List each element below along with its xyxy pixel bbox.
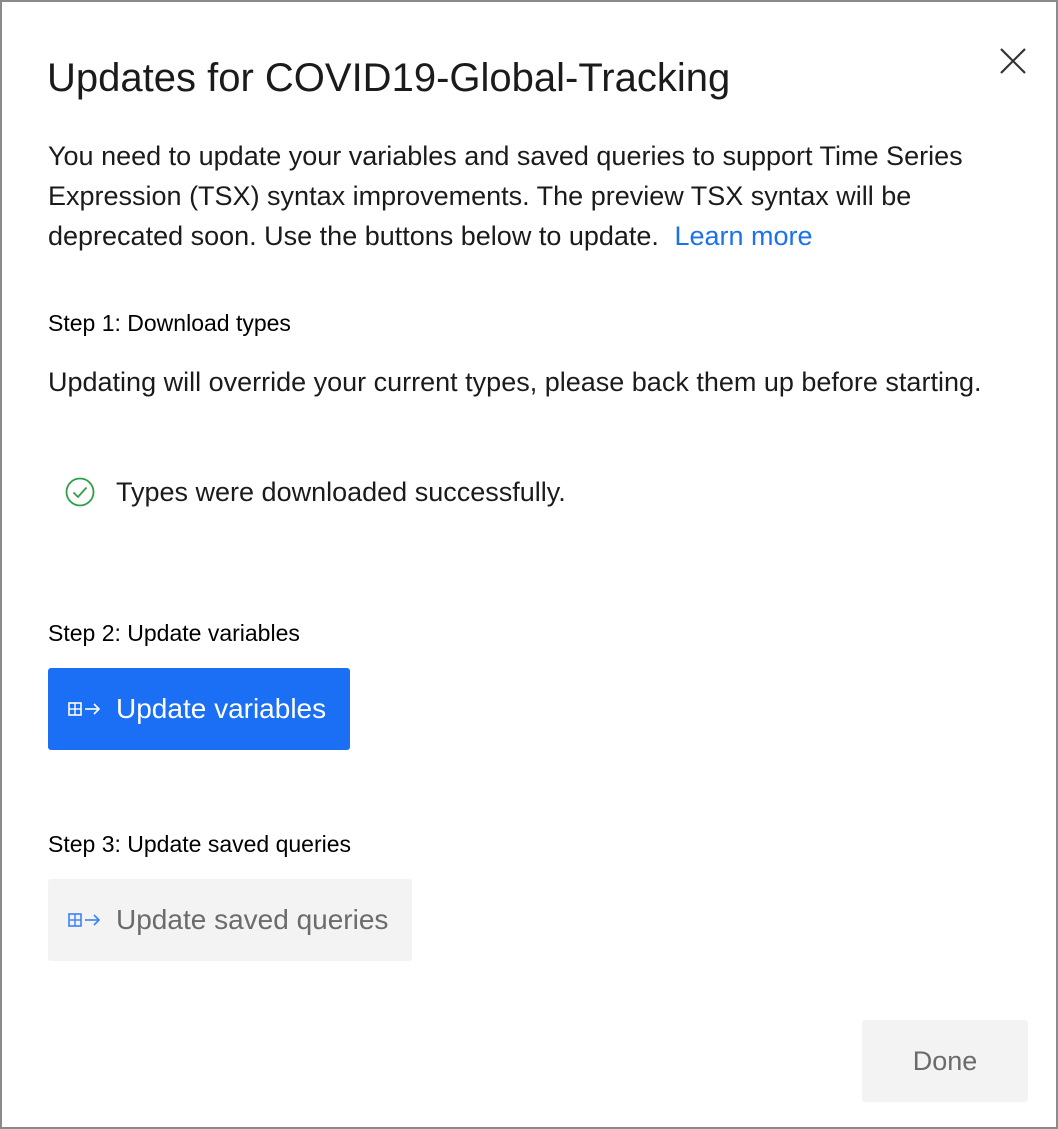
close-icon [998,46,1028,76]
download-status: Types were downloaded successfully. [64,476,566,508]
status-text: Types were downloaded successfully. [116,476,566,507]
step2-title: Step 2: Update variables [48,620,300,646]
update-variables-button[interactable]: Update variables [48,668,350,750]
update-variables-label: Update variables [116,693,327,724]
table-arrow-icon [68,910,102,930]
intro-text: You need to update your variables and sa… [48,141,963,251]
intro-paragraph: You need to update your variables and sa… [48,136,1038,256]
dialog-title: Updates for COVID19-Global-Tracking [47,56,731,100]
learn-more-link[interactable]: Learn more [674,221,812,251]
update-saved-queries-label: Update saved queries [116,904,389,935]
step3-title: Step 3: Update saved queries [48,831,352,857]
close-button[interactable] [992,40,1034,82]
step1-description: Updating will override your current type… [48,367,982,397]
update-saved-queries-button[interactable]: Update saved queries [48,879,412,961]
check-circle-icon [64,476,96,508]
table-arrow-icon [68,699,102,719]
done-button[interactable]: Done [862,1020,1028,1102]
step1-title: Step 1: Download types [48,310,291,336]
updates-dialog: Updates for COVID19-Global-Tracking You … [0,0,1058,1129]
